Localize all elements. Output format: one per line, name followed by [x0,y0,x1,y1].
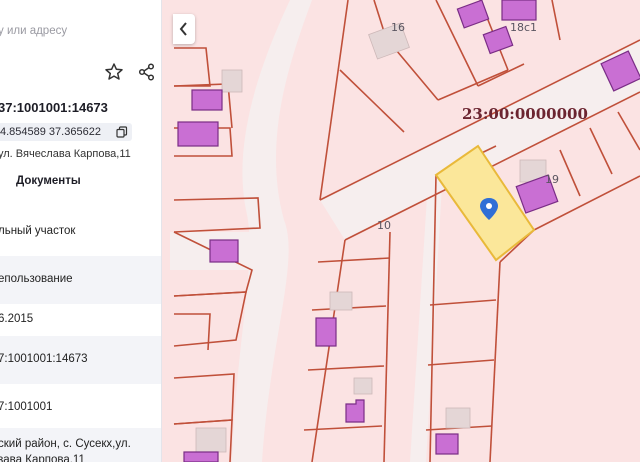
back-chevron-icon [179,22,187,36]
info-panel: у или адресу 37:1001001:14673 4.854589 3… [0,0,162,462]
info-row-address: ский район, с. Сусекх,ул. зава Карпова,1… [0,428,161,462]
cadastral-number: 37:1001001:14673 [0,100,108,115]
info-row-cadastral-number: 7:1001001:14673 [0,336,161,384]
search-input[interactable]: у или адресу [0,22,161,42]
house-number-10: 10 [377,219,391,232]
house-number-18c1: 18с1 [510,21,537,34]
copy-icon[interactable] [116,126,128,138]
house-number-16: 16 [391,21,405,34]
tab-documents[interactable]: Документы [16,175,81,187]
coordinates-field: 4.854589 37.365622 [0,123,132,141]
coordinates-value: 4.854589 37.365622 [0,126,101,138]
info-row-cadastral-block: 7:1001001 [0,401,53,413]
share-icon [138,63,155,81]
parcel-address: ул. Вячеслава Карпова,11 [0,148,131,160]
collapse-panel-button[interactable] [173,14,195,44]
search-placeholder: у или адресу [0,25,68,37]
info-row-category: льный участок [0,225,76,237]
panel-actions [104,62,156,84]
cadastral-block-label: 23:00:0000000 [462,105,588,123]
favorite-button[interactable] [104,62,124,82]
share-button[interactable] [137,62,157,82]
house-number-19: 19 [545,173,559,186]
star-icon [105,63,123,80]
